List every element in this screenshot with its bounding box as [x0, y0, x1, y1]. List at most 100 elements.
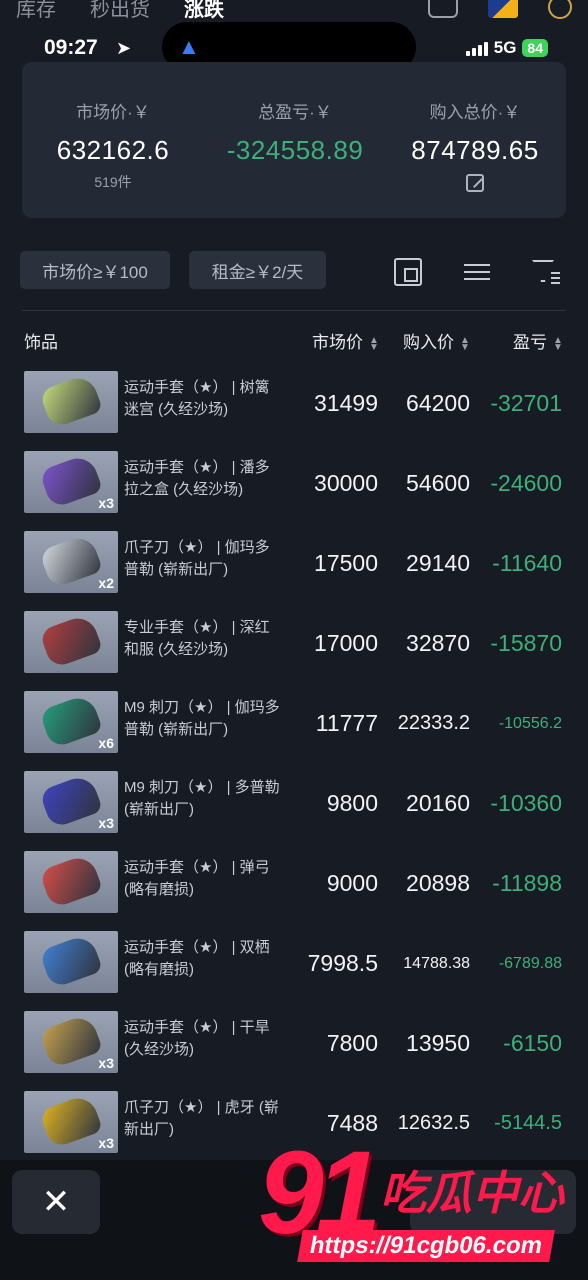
item-thumbnail [24, 931, 118, 993]
item-thumbnail: x2 [24, 531, 118, 593]
buy-price: 20898 [406, 870, 470, 896]
item-thumbnail: x3 [24, 771, 118, 833]
item-image-icon [38, 692, 104, 750]
item-thumbnail [24, 611, 118, 673]
filter-icon[interactable] [530, 256, 562, 288]
portfolio-summary: 市场价·￥ 632162.6 519件 总盈亏·￥ -324558.89 购入总… [22, 62, 566, 218]
sort-icon: ▲ ▼ [369, 334, 379, 353]
signal-icon [465, 40, 488, 56]
item-image-icon [38, 612, 104, 670]
item-image-icon [38, 372, 104, 430]
table-row[interactable]: x2 爪子刀（★） | 伽玛多普勒 (崭新出厂) 17500 29140 -11640 [0, 531, 588, 611]
pnl-value: -32701 [490, 390, 562, 416]
item-name: 专业手套（★） | 深红和服 (久经沙场) [124, 619, 270, 658]
filter-chip-market-price[interactable]: 市场价≥￥100 [20, 251, 170, 289]
market-value-label: 市场价·￥ [76, 103, 150, 122]
item-image-icon [38, 932, 104, 990]
app-badge-icon[interactable] [488, 0, 518, 18]
table-row[interactable]: x6 M9 刺刀（★） | 伽玛多普勒 (崭新出厂) 11777 22333.2 -10… [0, 691, 588, 771]
buy-price: 22333.2 [397, 712, 470, 734]
item-name: 运动手套（★） | 潘多拉之盒 (久经沙场) [124, 459, 270, 498]
market-price: 11777 [315, 710, 378, 736]
sort-icon: ▲ ▼ [553, 334, 563, 353]
item-name: 运动手套（★） | 双栖 (略有磨损) [124, 939, 270, 978]
pnl-value: -10360 [490, 790, 562, 816]
table-row[interactable]: 运动手套（★） | 双栖 (略有磨损) 7998.5 14788.38 -6789.8… [0, 931, 588, 1011]
item-image-icon [38, 852, 104, 910]
market-price: 7800 [326, 1030, 378, 1056]
total-cost-label: 购入总价·￥ [429, 103, 521, 122]
buy-price: 54600 [406, 470, 470, 496]
item-thumbnail: x3 [24, 1011, 118, 1073]
column-header-market-price[interactable]: 市场价 ▲ ▼ [312, 328, 379, 353]
market-value: 632162.6 [56, 135, 170, 165]
item-quantity: x2 [98, 575, 114, 591]
item-image-icon [38, 772, 104, 830]
market-price: 30000 [314, 470, 378, 496]
total-pnl-value: -324558.89 [226, 135, 364, 165]
pnl-value: -15870 [490, 630, 562, 656]
edit-icon[interactable] [466, 174, 484, 192]
filter-chip-rent[interactable]: 租金≥￥2/天 [189, 251, 326, 289]
watermark-logo-text: 吃瓜中心 [380, 1167, 564, 1219]
buy-price: 64200 [406, 390, 470, 416]
pnl-value: -10556.2 [498, 715, 562, 732]
item-name: 爪子刀（★） | 伽玛多普勒 (崭新出厂) [124, 539, 270, 578]
column-header-item: 饰品 [24, 333, 58, 352]
item-image-icon [38, 532, 104, 590]
item-name: 运动手套（★） | 弹弓 (略有磨损) [124, 859, 270, 898]
item-thumbnail: x6 [24, 691, 118, 753]
close-button[interactable]: ✕ [12, 1170, 100, 1234]
item-image-icon [38, 1012, 104, 1070]
item-quantity: x3 [98, 815, 114, 831]
location-icon: ➤ [116, 38, 132, 58]
status-time: 09:27 [44, 36, 98, 59]
list-view-icon[interactable] [461, 256, 493, 288]
share-icon[interactable] [428, 0, 458, 18]
tab-price-change[interactable]: 涨跌 [184, 0, 224, 22]
divider [22, 310, 566, 311]
table-row[interactable]: 专业手套（★） | 深红和服 (久经沙场) 17000 32870 -15870 [0, 611, 588, 691]
navigation-arrow-icon: ▲ [178, 34, 200, 59]
market-price: 17500 [314, 550, 378, 576]
item-quantity: x6 [98, 735, 114, 751]
network-type: 5G [493, 38, 517, 57]
item-count: 519件 [94, 174, 132, 190]
pnl-value: -11898 [492, 870, 562, 896]
buy-price: 13950 [406, 1030, 470, 1056]
item-thumbnail [24, 371, 118, 433]
item-thumbnail: x3 [24, 451, 118, 513]
top-right-icons [428, 0, 572, 19]
grid-view-icon[interactable] [392, 256, 424, 288]
table-row[interactable]: 运动手套（★） | 树篱迷宫 (久经沙场) 31499 64200 -32701 [0, 371, 588, 451]
buy-price: 20160 [406, 790, 470, 816]
total-cost-value: 874789.65 [411, 135, 539, 165]
table-row[interactable]: x3 运动手套（★） | 潘多拉之盒 (久经沙场) 30000 54600 -24600 [0, 451, 588, 531]
pnl-value: -6789.88 [498, 955, 562, 972]
table-row[interactable]: x3 运动手套（★） | 干旱 (久经沙场) 7800 13950 -6150 [0, 1011, 588, 1091]
tab-quick-sell[interactable]: 秒出货 [90, 0, 150, 22]
table-row[interactable]: x3 M9 刺刀（★） | 多普勒 (崭新出厂) 9800 20160 -10360 [0, 771, 588, 851]
item-name: 运动手套（★） | 干旱 (久经沙场) [124, 1019, 270, 1058]
column-header-pnl[interactable]: 盈亏 ▲ ▼ [513, 328, 563, 353]
market-price: 9800 [326, 790, 378, 816]
coin-icon[interactable] [548, 0, 572, 19]
item-quantity: x3 [98, 1135, 114, 1151]
tab-inventory[interactable]: 库存 [16, 0, 56, 22]
pnl-value: -24600 [490, 470, 562, 496]
buy-price: 29140 [406, 550, 470, 576]
buy-price: 12632.5 [397, 1112, 470, 1134]
table-row[interactable]: 运动手套（★） | 弹弓 (略有磨损) 9000 20898 -11898 [0, 851, 588, 931]
battery-indicator: 84 [522, 39, 548, 57]
top-tabs: 库存 秒出货 涨跌 [16, 0, 572, 22]
status-indicators: 5G 84 [465, 38, 548, 58]
column-header-buy-price[interactable]: 购入价 ▲ ▼ [403, 328, 470, 353]
market-value-stat: 市场价·￥ 632162.6 519件 [28, 98, 198, 192]
total-cost-stat: 购入总价·￥ 874789.65 [390, 98, 560, 197]
item-name: M9 刺刀（★） | 伽玛多普勒 (崭新出厂) [124, 699, 280, 738]
buy-price: 14788.38 [403, 955, 470, 972]
item-quantity: x3 [98, 495, 114, 511]
pnl-value: -5144.5 [494, 1112, 562, 1134]
item-name: 运动手套（★） | 树篱迷宫 (久经沙场) [124, 379, 270, 418]
buy-price: 32870 [406, 630, 470, 656]
